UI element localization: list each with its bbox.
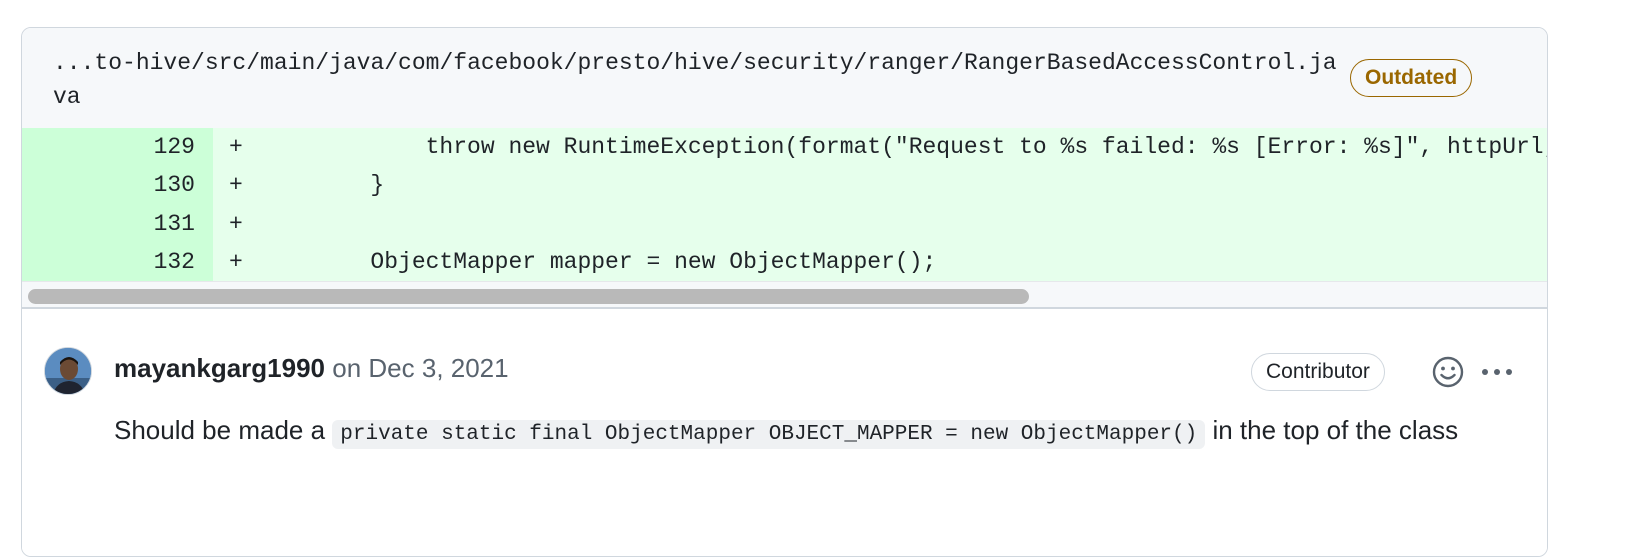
contributor-badge: Contributor bbox=[1251, 353, 1385, 391]
line-number[interactable]: 130 bbox=[22, 166, 213, 205]
added-sign: + bbox=[229, 210, 243, 237]
diff-row: 129 + throw new RuntimeException(format(… bbox=[22, 128, 1547, 167]
diff-row: 132 + ObjectMapper mapper = new ObjectMa… bbox=[22, 242, 1547, 281]
inline-code: private static final ObjectMapper OBJECT… bbox=[332, 420, 1206, 449]
added-sign: + bbox=[229, 248, 243, 275]
line-number[interactable]: 132 bbox=[22, 242, 213, 281]
comment-body: Should be made a private static final Ob… bbox=[114, 410, 1524, 455]
comment-header: mayankgarg1990 on Dec 3, 2021 bbox=[114, 351, 509, 385]
code-line: } bbox=[260, 172, 385, 199]
diff-row: 131 + bbox=[22, 204, 1547, 243]
code-line: ObjectMapper mapper = new ObjectMapper()… bbox=[260, 248, 937, 275]
added-sign: + bbox=[229, 134, 243, 160]
added-sign: + bbox=[229, 172, 243, 199]
file-path-link[interactable]: ...to-hive/src/main/java/com/facebook/pr… bbox=[53, 46, 1343, 114]
file-header: ...to-hive/src/main/java/com/facebook/pr… bbox=[22, 28, 1547, 128]
diff-row: 130 + } bbox=[22, 166, 1547, 205]
diff-hunk: 129 + throw new RuntimeException(format(… bbox=[22, 128, 1547, 281]
avatar-image bbox=[45, 348, 91, 394]
comment: mayankgarg1990 on Dec 3, 2021 Contributo… bbox=[22, 311, 1547, 556]
line-number[interactable]: 131 bbox=[22, 204, 213, 243]
more-options-button[interactable] bbox=[1477, 355, 1517, 389]
comment-timestamp[interactable]: on Dec 3, 2021 bbox=[325, 353, 508, 383]
horizontal-scrollbar[interactable] bbox=[22, 281, 1547, 309]
line-number[interactable]: 129 bbox=[22, 128, 213, 167]
code-line: throw new RuntimeException(format("Reque… bbox=[260, 134, 1547, 160]
comment-text: in the top of the class bbox=[1205, 415, 1459, 445]
scrollbar-thumb[interactable] bbox=[28, 289, 1029, 304]
kebab-horizontal-icon bbox=[1482, 369, 1512, 375]
add-reaction-button[interactable] bbox=[1431, 355, 1465, 389]
smiley-icon bbox=[1432, 356, 1464, 388]
author-link[interactable]: mayankgarg1990 bbox=[114, 353, 325, 383]
outdated-badge: Outdated bbox=[1350, 59, 1473, 97]
review-comment-card: ...to-hive/src/main/java/com/facebook/pr… bbox=[21, 27, 1548, 557]
comment-text: Should be made a bbox=[114, 415, 333, 445]
avatar[interactable] bbox=[44, 347, 92, 395]
